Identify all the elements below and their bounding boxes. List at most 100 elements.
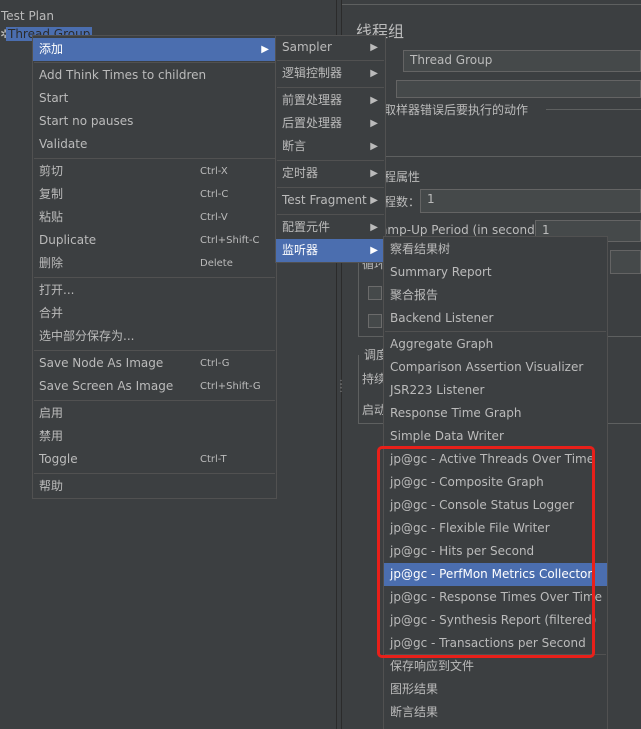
menu-main-item-start-no-pauses[interactable]: Start no pauses — [33, 110, 276, 133]
delay-thread-checkbox[interactable] — [368, 286, 382, 300]
menu-add-item-7[interactable]: 配置元件 ▶ — [276, 216, 385, 239]
menu-add-item-8[interactable]: 监听器 ▶ — [276, 239, 385, 262]
menu-item-label: jp@gc - Active Threads Over Time — [390, 452, 595, 466]
menu-item-shortcut: Delete — [200, 258, 233, 269]
comment-field[interactable] — [396, 80, 641, 98]
menu-item-label: jp@gc - PerfMon Metrics Collector — [390, 567, 593, 581]
menu-add-item-4[interactable]: 断言 ▶ — [276, 135, 385, 158]
menu-separator — [277, 60, 384, 61]
menu-main-item-validate[interactable]: Validate — [33, 133, 276, 156]
menu-item-label: 添加 — [39, 42, 64, 56]
menu-listener-item-jp-gc-hits-per-second[interactable]: jp@gc - Hits per Second — [384, 540, 607, 563]
menu-item-label: Start — [39, 91, 69, 105]
menu-listener-item-jp-gc-perfmon-metrics-collector[interactable]: jp@gc - PerfMon Metrics Collector — [384, 563, 607, 586]
menu-item-label: Summary Report — [390, 265, 492, 279]
menu-item-label: 选中部分保存为... — [39, 329, 135, 343]
menu-listener-item-simple-data-writer[interactable]: Simple Data Writer — [384, 425, 607, 448]
triangle-right-icon: ▶ — [370, 245, 378, 256]
menu-main-item-save-node-as-image[interactable]: Save Node As Image Ctrl-G — [33, 352, 276, 375]
menu-item-label: 启用 — [39, 406, 64, 420]
menu-listener-item-jp-gc-console-status-logger[interactable]: jp@gc - Console Status Logger — [384, 494, 607, 517]
menu-item-label: JSR223 Listener — [390, 383, 485, 397]
tree-node-test-plan[interactable]: Test Plan — [1, 9, 54, 23]
menu-main-item-7[interactable]: 粘贴 Ctrl-V — [33, 206, 276, 229]
menu-main-item-12[interactable]: 选中部分保存为... — [33, 325, 276, 348]
menu-main-item-9[interactable]: 删除 Delete — [33, 252, 276, 275]
menu-item-label: 禁用 — [39, 429, 64, 443]
menu-item-label: 打开... — [39, 283, 75, 297]
triangle-right-icon: ▶ — [370, 168, 378, 179]
menu-listener-item-2[interactable]: 聚合报告 — [384, 284, 607, 307]
menu-main-item-10[interactable]: 打开... — [33, 279, 276, 302]
menu-listener-item-jp-gc-active-threads-over-time[interactable]: jp@gc - Active Threads Over Time — [384, 448, 607, 471]
menu-item-label: Save Screen As Image — [39, 379, 174, 393]
menu-listener-item-19[interactable]: 图形结果 — [384, 678, 607, 701]
menu-item-label: 帮助 — [39, 479, 64, 493]
menu-listener-item-jp-gc-transactions-per-second[interactable]: jp@gc - Transactions per Second — [384, 632, 607, 655]
menu-listener-item-backend-listener[interactable]: Backend Listener — [384, 307, 607, 330]
menu-main-item-16[interactable]: 禁用 — [33, 425, 276, 448]
menu-main-item-0[interactable]: 添加 ▶ — [33, 38, 276, 61]
menu-separator — [277, 187, 384, 188]
menu-listener-item-aggregate-graph[interactable]: Aggregate Graph — [384, 333, 607, 356]
menu-listener-item-summary-report[interactable]: Summary Report — [384, 261, 607, 284]
menu-item-label: 断言 — [282, 139, 307, 153]
menu-item-shortcut: Ctrl+Shift-G — [200, 381, 261, 392]
menu-main-item-6[interactable]: 复制 Ctrl-C — [33, 183, 276, 206]
menu-separator — [34, 277, 275, 278]
menu-separator — [34, 473, 275, 474]
menu-main-item-18[interactable]: 帮助 — [33, 475, 276, 498]
menu-item-shortcut: Ctrl-V — [200, 212, 228, 223]
menu-add-item-sampler[interactable]: Sampler ▶ — [276, 36, 385, 59]
menu-add-item-5[interactable]: 定时器 ▶ — [276, 162, 385, 185]
menu-listener-item-jp-gc-composite-graph[interactable]: jp@gc - Composite Graph — [384, 471, 607, 494]
menu-item-label: 配置元件 — [282, 220, 331, 234]
triangle-right-icon: ▶ — [370, 95, 378, 106]
menu-item-label: Sampler — [282, 40, 332, 54]
menu-main-item-11[interactable]: 合并 — [33, 302, 276, 325]
menu-listener-item-jp-gc-synthesis-report-filtered[interactable]: jp@gc - Synthesis Report (filtered) — [384, 609, 607, 632]
menu-main-item-add-think-times-to-children[interactable]: Add Think Times to children — [33, 64, 276, 87]
menu-listener-item-0[interactable]: 察看结果树 — [384, 238, 607, 261]
menu-listener-item-comparison-assertion-visualizer[interactable]: Comparison Assertion Visualizer — [384, 356, 607, 379]
menu-item-label: 聚合报告 — [390, 288, 439, 302]
menu-item-label: jp@gc - Response Times Over Time — [390, 590, 603, 604]
menu-add-item-2[interactable]: 前置处理器 ▶ — [276, 89, 385, 112]
menu-main-item-save-screen-as-image[interactable]: Save Screen As Image Ctrl+Shift-G — [33, 375, 276, 398]
threads-input[interactable]: 1 — [420, 189, 641, 213]
menu-separator — [34, 400, 275, 401]
menu-listener-item-response-time-graph[interactable]: Response Time Graph — [384, 402, 607, 425]
menu-item-label: 图形结果 — [390, 682, 439, 696]
menu-item-label: jp@gc - Console Status Logger — [390, 498, 574, 512]
menu-item-label: 粘贴 — [39, 210, 64, 224]
menu-item-label: Aggregate Graph — [390, 337, 494, 351]
menu-separator — [277, 214, 384, 215]
scheduler-checkbox[interactable] — [368, 314, 382, 328]
add-submenu: Sampler ▶ 逻辑控制器 ▶ 前置处理器 ▶ 后置处理器 ▶ 断言 ▶ 定时器 ▶ Test Fr… — [275, 35, 386, 263]
menu-main-item-start[interactable]: Start — [33, 87, 276, 110]
menu-main-item-5[interactable]: 剪切 Ctrl-X — [33, 160, 276, 183]
menu-item-label: 保存响应到文件 — [390, 659, 475, 673]
menu-separator — [34, 62, 275, 63]
menu-item-label: 定时器 — [282, 166, 319, 180]
menu-main-item-toggle[interactable]: Toggle Ctrl-T — [33, 448, 276, 471]
menu-item-label: Validate — [39, 137, 88, 151]
menu-item-label: Response Time Graph — [390, 406, 522, 420]
menu-main-item-duplicate[interactable]: Duplicate Ctrl+Shift-C — [33, 229, 276, 252]
menu-main-item-15[interactable]: 启用 — [33, 402, 276, 425]
loop-input[interactable] — [610, 250, 641, 274]
menu-listener-item-jp-gc-flexible-file-writer[interactable]: jp@gc - Flexible File Writer — [384, 517, 607, 540]
menu-listener-item-jp-gc-response-times-over-time[interactable]: jp@gc - Response Times Over Time — [384, 586, 607, 609]
menu-item-shortcut: Ctrl-T — [200, 454, 227, 465]
menu-add-item-3[interactable]: 后置处理器 ▶ — [276, 112, 385, 135]
menu-item-label: 监听器 — [282, 243, 319, 257]
menu-item-label: 断言结果 — [390, 705, 439, 719]
menu-add-item-1[interactable]: 逻辑控制器 ▶ — [276, 62, 385, 85]
menu-listener-item-jsr223-listener[interactable]: JSR223 Listener — [384, 379, 607, 402]
menu-add-item-test-fragment[interactable]: Test Fragment ▶ — [276, 189, 385, 212]
menu-listener-item-18[interactable]: 保存响应到文件 — [384, 655, 607, 678]
name-field[interactable]: Thread Group — [403, 50, 641, 72]
menu-listener-item-20[interactable]: 断言结果 — [384, 701, 607, 724]
menu-separator — [34, 158, 275, 159]
triangle-right-icon: ▶ — [370, 68, 378, 79]
